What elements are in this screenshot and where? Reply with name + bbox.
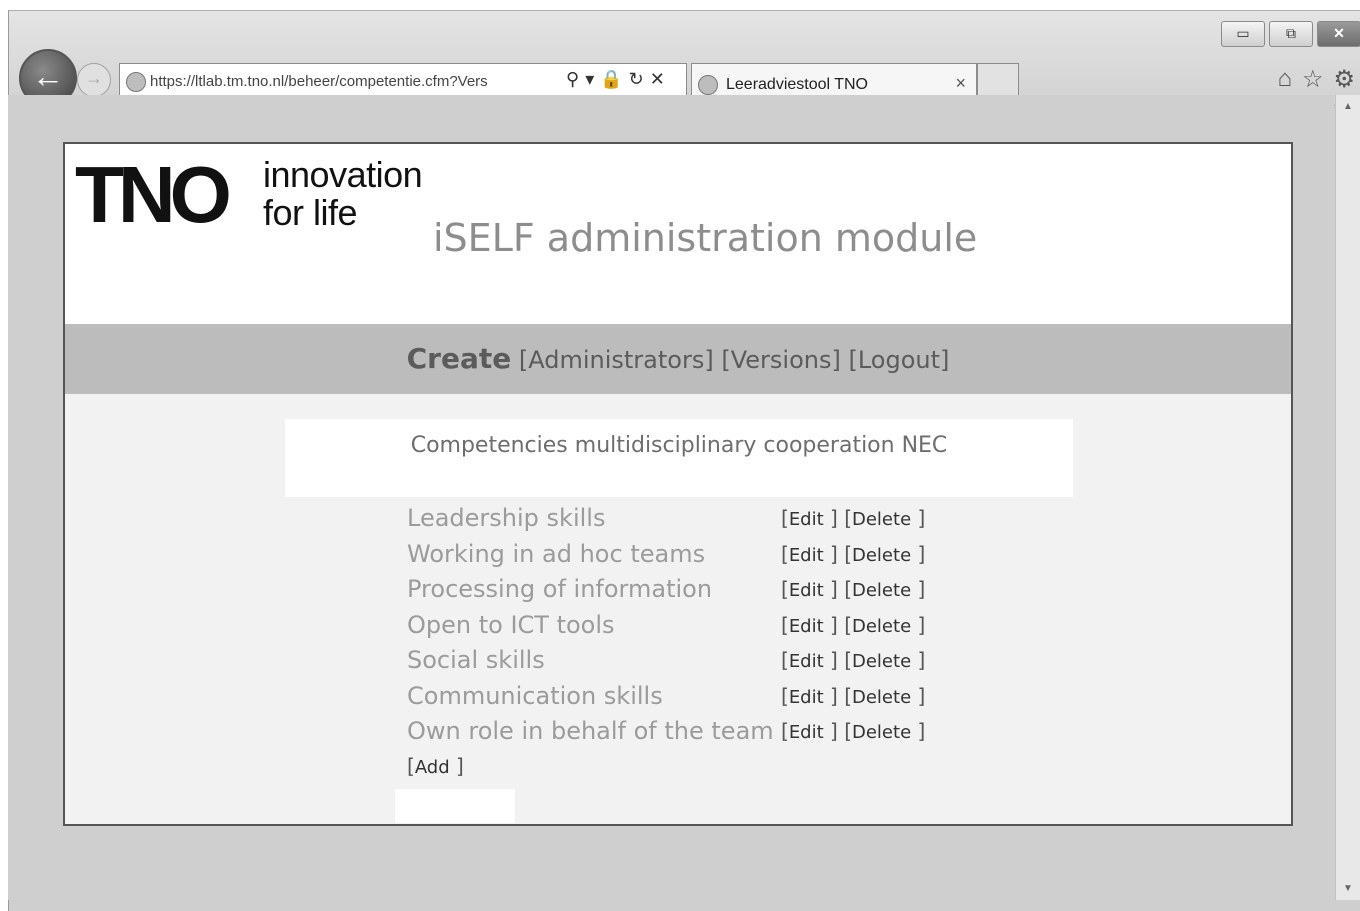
competency-actions: [Edit ] [Delete ] — [781, 577, 926, 601]
competency-row: Leadership skills [Edit ] [Delete ] — [407, 504, 967, 540]
add-row: [Add ] — [407, 754, 464, 778]
close-tab-icon[interactable]: × — [955, 73, 966, 94]
minimize-icon: ▭ — [1236, 25, 1250, 41]
competency-actions: [Edit ] [Delete ] — [781, 719, 926, 743]
edit-button[interactable]: Edit — [789, 509, 824, 530]
vertical-scrollbar[interactable]: ▲ ▼ — [1335, 95, 1360, 900]
lock-icon[interactable]: 🔒 — [600, 69, 622, 89]
delete-button[interactable]: Delete — [852, 509, 911, 530]
section-title: Competencies multidisciplinary cooperati… — [410, 433, 948, 458]
nav-versions[interactable]: [Versions] — [721, 346, 840, 374]
close-icon: ✕ — [1333, 25, 1345, 41]
edit-button[interactable]: Edit — [789, 616, 824, 637]
add-button[interactable]: Add — [415, 757, 450, 778]
forward-button[interactable]: → — [77, 63, 111, 97]
competency-name: Communication skills — [407, 681, 663, 710]
delete-button[interactable]: Delete — [852, 545, 911, 566]
scroll-down-icon[interactable]: ▼ — [1336, 883, 1360, 894]
delete-button[interactable]: Delete — [852, 651, 911, 672]
competency-row: Working in ad hoc teams [Edit ] [Delete ] — [407, 540, 967, 576]
competency-actions: [Edit ] [Delete ] — [781, 612, 926, 637]
nav-bar: Create [Administrators] [Versions] [Logo… — [65, 324, 1291, 394]
tab-title: Leeradviestool TNO — [726, 76, 868, 93]
competency-actions: [Edit ] [Delete ] — [781, 541, 926, 566]
home-icon[interactable]: ⌂ — [1277, 65, 1292, 94]
app-title: iSELF administration module — [433, 216, 978, 260]
stop-icon[interactable]: ✕ — [650, 69, 665, 89]
delete-button[interactable]: Delete — [852, 722, 911, 743]
nav-logout[interactable]: [Logout] — [848, 346, 949, 374]
settings-icon[interactable]: ⚙ — [1333, 65, 1355, 94]
browser-chrome: ▭ ⧉ ✕ ← → https://ltlab.tm.tno.nl/beheer… — [9, 11, 1360, 107]
minimize-button[interactable]: ▭ — [1221, 21, 1265, 47]
tno-logo: TNO — [75, 150, 232, 239]
logo-tagline-line-1: innovation — [263, 154, 423, 195]
refresh-icon[interactable]: ↻ — [629, 69, 644, 89]
competency-row: Communication skills [Edit ] [Delete ] — [407, 682, 967, 718]
competency-row: Own role in behalf of the team [Edit ] [D… — [407, 717, 967, 753]
edit-button[interactable]: Edit — [789, 722, 824, 743]
logo-tagline: innovation for life — [263, 154, 423, 233]
search-icon[interactable]: ⚲ — [566, 69, 579, 89]
browser-tools: ⌂ ☆ ⚙ — [1267, 65, 1355, 94]
logo-tagline-line-2: for life — [263, 192, 358, 233]
competency-name: Leadership skills — [407, 504, 606, 532]
competency-actions: [Edit ] [Delete ] — [781, 506, 926, 530]
competency-name: Own role in behalf of the team — [407, 717, 774, 745]
competency-actions: [Edit ] [Delete ] — [781, 648, 926, 672]
page-header: TNO innovation for life iSELF administra… — [65, 144, 1291, 324]
address-url[interactable]: https://ltlab.tm.tno.nl/beheer/competent… — [150, 73, 562, 90]
favorites-icon[interactable]: ☆ — [1302, 65, 1324, 94]
restore-icon: ⧉ — [1286, 25, 1296, 41]
competency-row: Social skills [Edit ] [Delete ] — [407, 646, 967, 682]
page-container: TNO innovation for life iSELF administra… — [63, 142, 1293, 826]
back-arrow-icon: ← — [32, 58, 64, 94]
edit-button[interactable]: Edit — [789, 651, 824, 672]
delete-button[interactable]: Delete — [852, 580, 911, 601]
competency-name: Processing of information — [407, 575, 713, 603]
competency-row: Processing of information [Edit ] [Delete… — [407, 575, 967, 611]
competency-name: Open to ICT tools — [407, 610, 615, 639]
competency-name: Social skills — [407, 646, 545, 674]
delete-button[interactable]: Delete — [852, 616, 911, 637]
delete-button[interactable]: Delete — [852, 687, 911, 708]
close-window-button[interactable]: ✕ — [1317, 21, 1360, 47]
section-banner: Competencies multidisciplinary cooperati… — [285, 419, 1073, 497]
nav-links: Create [Administrators] [Versions] [Logo… — [65, 342, 1291, 375]
blank-field — [395, 789, 515, 823]
competency-actions: [Edit ] [Delete ] — [781, 683, 926, 708]
restore-button[interactable]: ⧉ — [1269, 21, 1313, 47]
competency-row: Open to ICT tools [Edit ] [Delete ] — [407, 611, 967, 647]
competency-list: Leadership skills [Edit ] [Delete ] Workin… — [407, 504, 967, 753]
edit-button[interactable]: Edit — [789, 687, 824, 708]
nav-administrators[interactable]: [Administrators] — [519, 346, 714, 374]
address-bar[interactable]: https://ltlab.tm.tno.nl/beheer/competent… — [119, 63, 687, 99]
competency-name: Working in ad hoc teams — [407, 539, 706, 568]
dropdown-icon[interactable]: ▾ — [585, 69, 594, 89]
forward-arrow-icon: → — [85, 68, 103, 88]
nav-create[interactable]: Create — [407, 342, 512, 375]
address-controls: ⚲ ▾ 🔒 ↻ ✕ — [566, 69, 671, 90]
tab-favicon-icon — [698, 75, 718, 95]
scroll-up-icon[interactable]: ▲ — [1336, 101, 1360, 112]
window-controls: ▭ ⧉ ✕ — [1217, 21, 1360, 47]
edit-button[interactable]: Edit — [789, 545, 824, 566]
site-favicon-icon — [126, 72, 146, 92]
edit-button[interactable]: Edit — [789, 580, 824, 601]
